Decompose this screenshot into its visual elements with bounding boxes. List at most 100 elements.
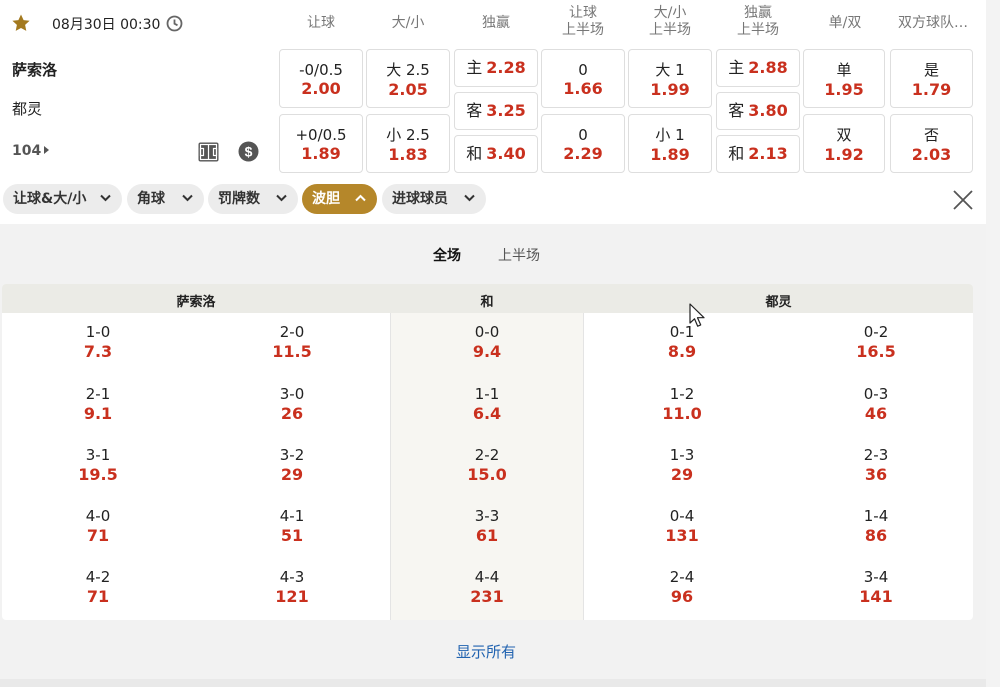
total-line: 小 1 [655,126,685,144]
filter-goalscorer[interactable]: 进球球员 [382,184,486,214]
odds-value: 131 [665,526,699,545]
odds-value: 1.79 [911,80,952,99]
odds-value: 29 [280,465,304,484]
score-cell-draw[interactable]: 4-4 231 [447,568,527,606]
score-cell-home[interactable]: 4-2 71 [58,568,138,606]
score-cell-home[interactable]: 4-1 51 [252,507,332,545]
odds-cell-ml-away[interactable]: 客 3.25 [454,92,538,130]
odds-value: 1.95 [824,80,864,99]
scrollbar[interactable] [986,0,1000,687]
score-cell-away[interactable]: 1-2 11.0 [642,385,722,423]
pitch-icon[interactable] [198,142,219,162]
score-label: 4-4 [474,568,500,586]
odds-cell-ml-home[interactable]: 主 2.28 [454,49,538,87]
odds-value: 46 [864,404,888,423]
chevron-down-icon [464,194,475,202]
odds-cell-handicap-away[interactable]: +0/0.5 1.89 [279,114,363,173]
score-cell-home[interactable]: 3-0 26 [252,385,332,423]
odds-cell-btts-no[interactable]: 否 2.03 [890,114,973,173]
dollar-icon[interactable]: $ [238,141,259,162]
odds-cell-odd[interactable]: 单 1.95 [803,49,885,108]
score-cell-home[interactable]: 3-1 19.5 [58,446,138,484]
outcome-label: 和 [466,144,483,163]
score-label: 0-3 [863,385,889,403]
score-label: 1-0 [85,323,111,341]
outcome-label: 是 [923,61,939,79]
filter-cards[interactable]: 罚牌数 [208,184,298,214]
odds-cell-under-1h[interactable]: 小 1 1.89 [628,114,712,173]
odds-cell-even[interactable]: 双 1.92 [803,114,885,173]
score-label: 4-3 [279,568,305,586]
score-cell-home[interactable]: 4-0 71 [58,507,138,545]
chevron-down-icon [182,194,193,202]
odds-cell-ml-1h-away[interactable]: 客 3.80 [716,92,800,130]
total-line: 小 2.5 [386,126,430,144]
score-cell-away[interactable]: 0-4 131 [642,507,722,545]
filter-label: 角球 [137,191,165,207]
score-cell-draw[interactable]: 2-2 15.0 [447,446,527,484]
filter-corners[interactable]: 角球 [127,184,204,214]
odds-value: 1.99 [650,80,690,99]
score-label: 0-1 [669,323,695,341]
score-cell-home[interactable]: 4-3 121 [252,568,332,606]
more-markets-link[interactable]: 104 [12,143,50,159]
score-label: 1-3 [669,446,695,464]
col-head-total-1h: 大/小 上半场 [628,5,712,39]
caret-right-icon [44,146,50,154]
odds-cell-handicap-1h-away[interactable]: 0 2.29 [541,114,625,173]
score-cell-away[interactable]: 3-4 141 [836,568,916,606]
score-cell-away[interactable]: 1-4 86 [836,507,916,545]
handicap-line: -0/0.5 [299,61,343,79]
svg-text:$: $ [245,144,253,160]
score-cell-draw[interactable]: 3-3 61 [447,507,527,545]
tab-first-half[interactable]: 上半场 [498,245,540,265]
odds-cell-handicap-1h-home[interactable]: 0 1.66 [541,49,625,108]
odds-cell-under[interactable]: 小 2.5 1.83 [366,114,450,173]
odds-cell-btts-yes[interactable]: 是 1.79 [890,49,973,108]
odds-value: 15.0 [467,465,507,484]
score-cell-home[interactable]: 2-0 11.5 [252,323,332,361]
score-cell-away[interactable]: 1-3 29 [642,446,722,484]
close-icon[interactable] [952,189,974,211]
favorite-star-icon[interactable] [11,13,31,33]
chevron-down-icon [100,194,111,202]
odds-value: 26 [280,404,304,423]
score-cell-away[interactable]: 0-1 8.9 [642,323,722,361]
score-cell-draw[interactable]: 0-0 9.4 [447,323,527,361]
outcome-label: 否 [923,126,939,144]
odds-value: 19.5 [78,465,118,484]
odds-value: 96 [670,587,694,606]
odds-cell-over-1h[interactable]: 大 1 1.99 [628,49,712,108]
score-label: 0-0 [474,323,500,341]
odds-value: 2.13 [748,144,788,163]
header-draw: 和 [480,295,494,310]
score-label: 0-2 [863,323,889,341]
score-cell-away[interactable]: 2-4 96 [642,568,722,606]
score-cell-home[interactable]: 2-1 9.1 [58,385,138,423]
score-cell-away[interactable]: 0-3 46 [836,385,916,423]
odds-value: 2.03 [911,145,952,164]
filter-correct-score[interactable]: 波胆 [302,184,377,214]
home-team-name: 萨索洛 [12,61,58,79]
odds-cell-ml-draw[interactable]: 和 3.40 [454,135,538,173]
score-cell-draw[interactable]: 1-1 6.4 [447,385,527,423]
filter-handicap-total[interactable]: 让球&大/小 [3,184,122,214]
score-cell-away[interactable]: 2-3 36 [836,446,916,484]
score-label: 3-3 [474,507,500,525]
score-cell-home[interactable]: 3-2 29 [252,446,332,484]
odds-cell-ml-1h-home[interactable]: 主 2.88 [716,49,800,87]
score-label: 3-2 [279,446,305,464]
odds-cell-ml-1h-draw[interactable]: 和 2.13 [716,135,800,173]
tab-full-time[interactable]: 全场 [433,245,461,265]
filter-label: 让球&大/小 [13,191,87,207]
score-cell-home[interactable]: 1-0 7.3 [58,323,138,361]
score-label: 2-1 [85,385,111,403]
score-cell-away[interactable]: 0-2 16.5 [836,323,916,361]
odds-value: 1.83 [388,145,428,164]
odds-cell-handicap-home[interactable]: -0/0.5 2.00 [279,49,363,108]
odds-cell-over[interactable]: 大 2.5 2.05 [366,49,450,108]
total-line: 大 2.5 [386,61,430,79]
score-label: 1-2 [669,385,695,403]
show-all-link[interactable]: 显示所有 [456,641,516,662]
handicap-line: 0 [578,126,588,144]
